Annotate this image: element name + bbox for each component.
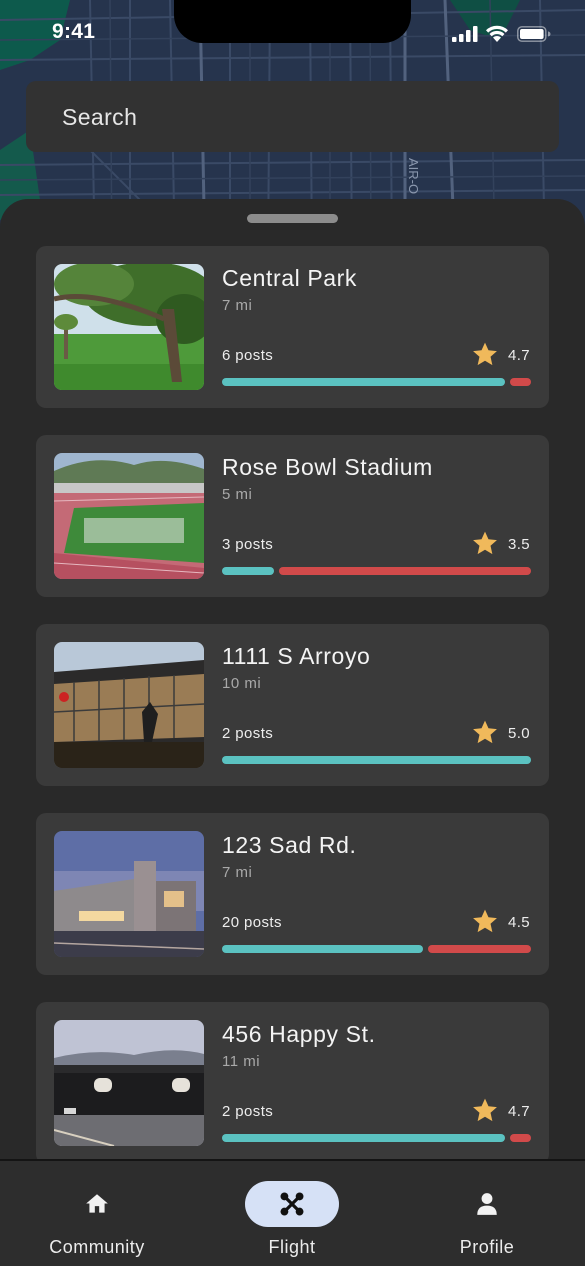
place-distance: 5 mi [222, 486, 253, 503]
place-post-count: 20 posts [222, 914, 282, 931]
place-card[interactable]: 456 Happy St. 11 mi 2 posts 4.7 [36, 1002, 549, 1159]
negative-bar-segment [510, 1134, 531, 1142]
person-icon [477, 1193, 497, 1215]
street-label: AIR-O [406, 158, 421, 194]
nav-item-profile[interactable]: Profile [412, 1179, 562, 1259]
black-building-photo [54, 1020, 204, 1146]
wifi-icon [486, 25, 508, 42]
nav-label: Community [49, 1237, 145, 1257]
positive-bar-segment [222, 756, 531, 764]
place-name: Central Park [222, 265, 358, 291]
nav-label: Flight [268, 1237, 316, 1257]
star-icon [473, 531, 497, 555]
place-post-count: 2 posts [222, 725, 274, 742]
place-distance: 10 mi [222, 675, 262, 692]
nav-item-flight[interactable]: Flight [217, 1179, 367, 1259]
sentiment-bar [222, 756, 531, 764]
place-card[interactable]: 123 Sad Rd. 7 mi 20 posts 4.5 [36, 813, 549, 975]
home-icon [86, 1194, 108, 1213]
nav-item-community[interactable]: Community [22, 1179, 172, 1259]
place-post-count: 3 posts [222, 536, 274, 553]
modern-building-photo [54, 831, 204, 957]
park-photo [54, 264, 204, 390]
sentiment-bar [222, 378, 531, 386]
status-time: 9:41 [52, 20, 96, 43]
place-card[interactable]: Central Park 7 mi 6 posts 4.7 [36, 246, 549, 408]
nav-icon-container [440, 1181, 534, 1227]
star-icon [473, 1098, 497, 1122]
place-distance: 7 mi [222, 864, 253, 881]
place-name: 123 Sad Rd. [222, 832, 357, 858]
sentiment-bar [222, 1134, 531, 1142]
cellular-signal-icon [452, 26, 478, 42]
place-card[interactable]: Rose Bowl Stadium 5 mi 3 posts 3.5 [36, 435, 549, 597]
search-bar[interactable]: Search [26, 81, 559, 152]
sentiment-bar [222, 567, 531, 575]
place-post-count: 6 posts [222, 347, 274, 364]
place-card[interactable]: 1111 S Arroyo 10 mi 2 posts 5.0 [36, 624, 549, 786]
nav-icon-container [245, 1181, 339, 1227]
place-name: 1111 S Arroyo [222, 643, 371, 669]
search-input[interactable]: Search [62, 104, 137, 131]
device-notch [174, 0, 411, 43]
negative-bar-segment [279, 567, 531, 575]
place-name: 456 Happy St. [222, 1021, 376, 1047]
status-bar: 9:41 [0, 0, 585, 70]
bottom-navigation: Community Flight Profile [0, 1159, 585, 1266]
place-rating: 4.7 [508, 347, 531, 364]
place-rating: 3.5 [508, 536, 531, 553]
negative-bar-segment [428, 945, 531, 953]
stadium-photo [54, 453, 204, 579]
positive-bar-segment [222, 945, 423, 953]
nav-icon-container [50, 1181, 144, 1227]
places-sheet: Central Park 7 mi 6 posts 4.7 Rose Bowl … [0, 199, 585, 1159]
battery-icon [517, 26, 551, 42]
positive-bar-segment [222, 378, 505, 386]
place-rating: 5.0 [508, 725, 531, 742]
place-distance: 7 mi [222, 297, 253, 314]
place-name: Rose Bowl Stadium [222, 454, 433, 480]
star-icon [473, 909, 497, 933]
place-distance: 11 mi [222, 1053, 261, 1070]
negative-bar-segment [510, 378, 531, 386]
positive-bar-segment [222, 1134, 505, 1142]
place-rating: 4.5 [508, 914, 531, 931]
nav-label: Profile [459, 1237, 515, 1257]
place-post-count: 2 posts [222, 1103, 274, 1120]
sheet-drag-handle[interactable] [247, 214, 338, 223]
star-icon [473, 720, 497, 744]
positive-bar-segment [222, 567, 274, 575]
place-rating: 4.7 [508, 1103, 531, 1120]
glass-building-photo [54, 642, 204, 768]
star-icon [473, 342, 497, 366]
drone-icon [280, 1192, 304, 1216]
sentiment-bar [222, 945, 531, 953]
